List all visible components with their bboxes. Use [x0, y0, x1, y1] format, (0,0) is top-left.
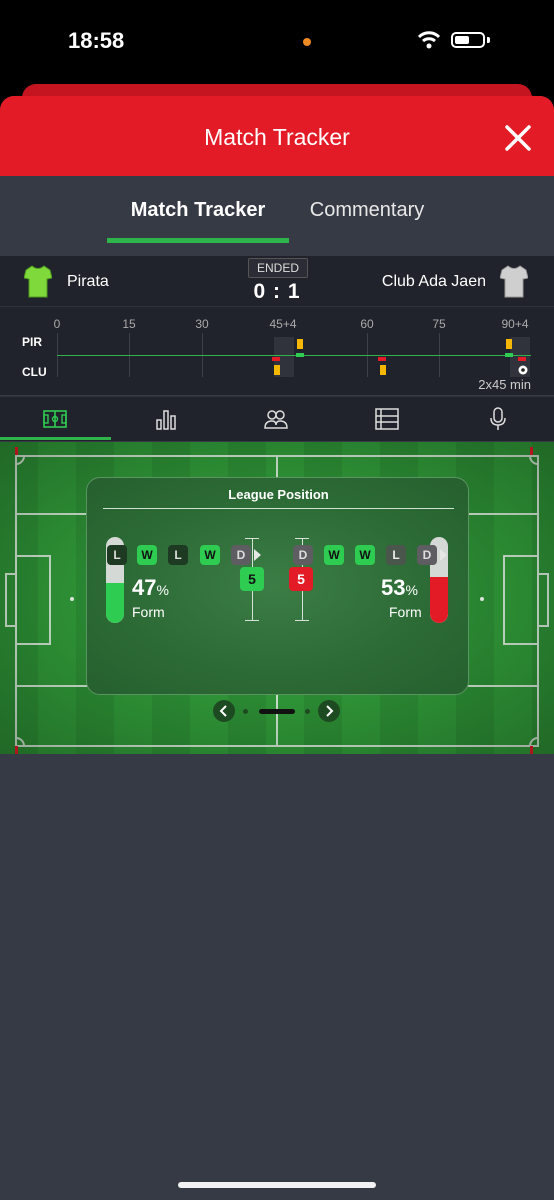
- possession-marker: [296, 353, 304, 357]
- possession-marker: [505, 353, 513, 357]
- battery-icon: [451, 32, 485, 48]
- timeline-row-away: CLU: [22, 365, 47, 379]
- timeline-tick: 45+4: [269, 317, 297, 331]
- header: Match Tracker: [0, 96, 554, 176]
- scale-cap: [245, 620, 259, 621]
- away-form-result: W: [324, 545, 344, 565]
- pitch-icon: [43, 410, 67, 428]
- timeline-tick: 60: [360, 317, 374, 331]
- card-title: League Position: [228, 487, 329, 502]
- home-form-result: L: [107, 545, 127, 565]
- microphone-icon: [490, 407, 506, 430]
- timeline-axis: [57, 355, 531, 356]
- home-jersey-icon: [24, 265, 52, 298]
- timeline-tick: 75: [432, 317, 446, 331]
- standings-button[interactable]: [332, 397, 442, 441]
- close-icon[interactable]: [500, 120, 536, 156]
- away-form-percent: 53%: [381, 575, 418, 600]
- chevron-left-icon: [219, 705, 227, 717]
- form-latest-arrow-icon: [254, 549, 261, 561]
- pressure-marker: [518, 357, 526, 361]
- away-form-result: W: [355, 545, 375, 565]
- home-form-result: L: [168, 545, 188, 565]
- away-team-name: Club Ada Jaen: [381, 273, 486, 290]
- lineups-icon: [264, 410, 288, 429]
- timeline-row-home: PIR: [22, 335, 43, 349]
- match-status-badge: ENDED: [248, 258, 308, 278]
- pressure-marker: [378, 357, 386, 361]
- yellow-card-icon: [380, 365, 386, 375]
- stats-button[interactable]: [111, 397, 221, 441]
- home-form-label: Form: [132, 604, 165, 620]
- home-form-result: W: [137, 545, 157, 565]
- recording-dot: [303, 38, 311, 46]
- stats-icon-bar: [0, 396, 554, 441]
- chevron-right-icon: [326, 705, 334, 717]
- home-team-name: Pirata: [67, 273, 109, 290]
- previous-card-button[interactable]: [213, 700, 235, 722]
- active-icon-indicator: [0, 437, 111, 440]
- status-bar: 18:58: [0, 0, 554, 80]
- home-form-percent: 47%: [132, 575, 169, 600]
- table-icon: [375, 408, 399, 430]
- away-form-fill: [430, 577, 448, 623]
- home-league-position: 5: [240, 567, 264, 591]
- form-latest-arrow-icon: [440, 549, 447, 561]
- away-form-result: D: [293, 545, 313, 565]
- commentary-audio-button[interactable]: [443, 397, 553, 441]
- timeline-tick: 0: [53, 317, 61, 331]
- active-tab-indicator: [107, 238, 289, 243]
- home-form-result: W: [200, 545, 220, 565]
- away-jersey-icon: [500, 265, 528, 298]
- goal-ball-icon: [518, 365, 528, 375]
- pitch-view-button[interactable]: [0, 397, 110, 441]
- tab-match-tracker[interactable]: Match Tracker: [108, 199, 288, 222]
- match-timeline: 0 15 30 45+4 60 75 90+4 PIR CLU 2x45 min: [0, 306, 554, 395]
- yellow-card-icon: [297, 339, 303, 349]
- home-indicator: [178, 1182, 376, 1188]
- away-form-result: L: [386, 545, 406, 565]
- timeline-tick: 90+4: [501, 317, 529, 331]
- wifi-icon: [417, 31, 441, 49]
- card-divider: [103, 508, 454, 509]
- page-dot: [305, 709, 310, 714]
- lineups-button[interactable]: [221, 397, 331, 441]
- tab-commentary[interactable]: Commentary: [294, 199, 440, 222]
- timeline-tick: 15: [122, 317, 136, 331]
- match-duration: 2x45 min: [478, 377, 531, 392]
- pressure-marker: [272, 357, 280, 361]
- home-form-result: D: [231, 545, 251, 565]
- page-dot-active: [259, 709, 295, 714]
- away-form-label: Form: [389, 604, 422, 620]
- home-form-fill: [106, 582, 124, 623]
- timeline-tick: 30: [195, 317, 209, 331]
- yellow-card-icon: [274, 365, 280, 375]
- next-card-button[interactable]: [318, 700, 340, 722]
- status-time: 18:58: [68, 28, 125, 53]
- scale-cap: [295, 620, 309, 621]
- away-league-position: 5: [289, 567, 313, 591]
- page-dot: [243, 709, 248, 714]
- away-form-result: D: [417, 545, 437, 565]
- bar-chart-icon: [156, 410, 176, 430]
- yellow-card-icon: [506, 339, 512, 349]
- page-title: Match Tracker: [204, 124, 350, 150]
- battery-tip: [487, 37, 490, 43]
